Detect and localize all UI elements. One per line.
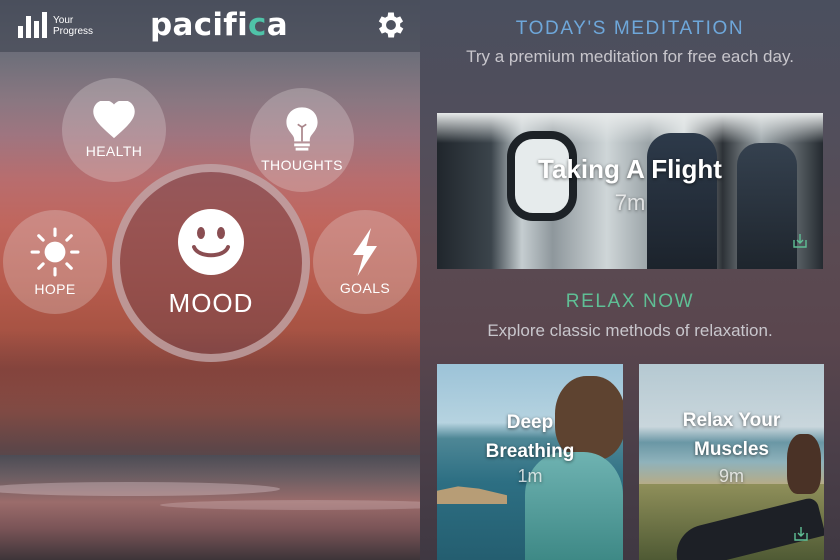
card-duration: 9m [718,466,744,486]
card-title-line2: Breathing [485,441,575,462]
top-bar: Your Progress pacifica [0,0,420,52]
card-title-line2: Muscles [694,439,769,460]
download-icon[interactable] [793,526,809,542]
todays-meditation-heading: TODAY'S MEDITATION [515,18,745,39]
card-title: Relax Your Muscles [639,406,824,464]
logo-text: pacifi [150,7,249,43]
lightning-icon [353,228,377,276]
bar-chart-icon [18,12,47,38]
card-title: Deep Breathing [437,408,623,466]
card-duration: 1m [517,466,543,486]
hope-label: HOPE [34,281,76,297]
heart-icon [93,101,135,139]
smiley-icon [178,208,244,275]
health-label: HEALTH [85,143,143,159]
health-button[interactable]: HEALTH [62,78,166,182]
thoughts-button[interactable]: THOUGHTS [250,88,354,192]
progress-label: Your Progress [53,15,93,37]
cabin-ceiling [437,113,823,143]
home-screen: Your Progress pacifica HEALTH THOUGHTS H… [0,0,420,560]
goals-label: GOALS [339,280,391,296]
logo-text-end: a [266,7,288,43]
hope-button[interactable]: HOPE [3,210,107,314]
card-duration: 7m [614,190,646,215]
relax-your-muscles-card[interactable]: Relax Your Muscles 9m [639,364,824,560]
card-title-line1: Deep [506,412,554,433]
progress-label-line1: Your [53,15,74,26]
progress-label-line2: Progress [53,26,94,37]
progress-button[interactable]: Your Progress [18,12,93,38]
taking-a-flight-card[interactable]: Taking A Flight 7m [437,113,823,269]
gear-icon[interactable] [374,8,408,42]
card-title-line1: Relax Your [682,410,781,431]
logo-accent-letter: c [248,7,267,43]
app-logo: pacifica [150,7,288,43]
lightbulb-icon [286,107,318,151]
card-title: Taking A Flight [538,154,722,184]
relax-now-heading: RELAX NOW [565,291,695,312]
meditation-screen: TODAY'S MEDITATION Try a premium meditat… [420,0,840,560]
mood-label: MOOD [168,287,254,318]
relax-now-subtitle: Explore classic methods of relaxation. [487,321,773,340]
deep-breathing-card[interactable]: Deep Breathing 1m [437,364,623,560]
todays-meditation-subtitle: Try a premium meditation for free each d… [466,47,794,66]
sun-icon [30,227,80,277]
thoughts-label: THOUGHTS [261,157,343,173]
download-icon[interactable] [792,233,808,249]
mood-button[interactable]: MOOD [112,164,310,362]
goals-button[interactable]: GOALS [313,210,417,314]
